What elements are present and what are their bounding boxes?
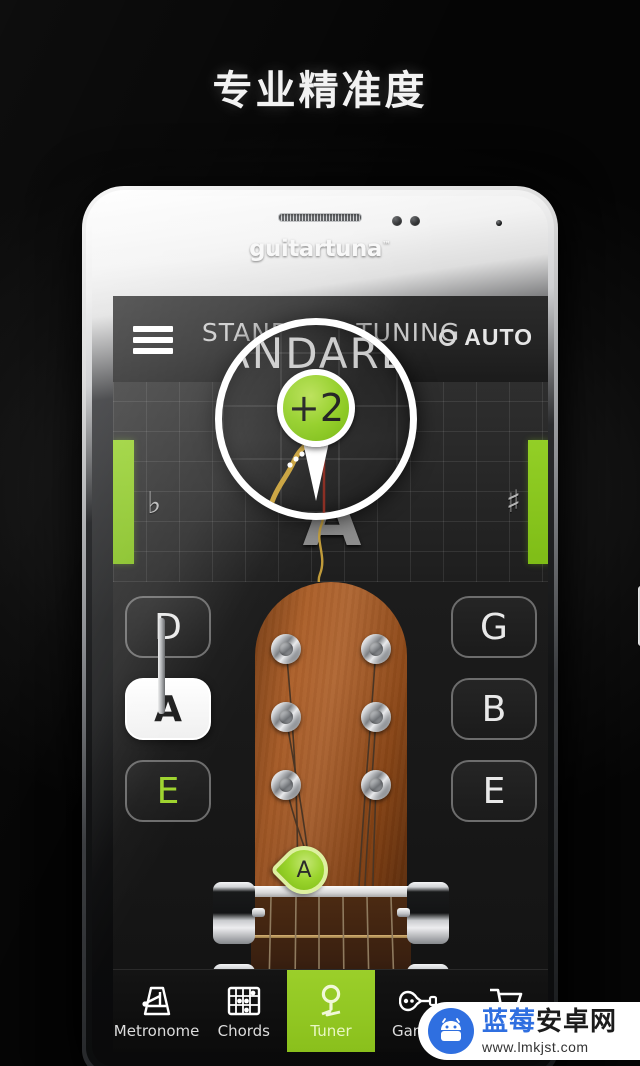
flat-symbol-icon: ♭	[147, 486, 162, 521]
android-robot-icon	[428, 1008, 474, 1054]
string-button-e-high[interactable]: E	[451, 760, 537, 822]
tuning-peg-1[interactable]	[271, 634, 301, 664]
proximity-sensor-icon	[392, 216, 402, 226]
tuning-peg-2[interactable]	[271, 702, 301, 732]
tuning-peg-5[interactable]	[361, 702, 391, 732]
brand-tm: ™	[381, 240, 391, 251]
auto-label: AUTO	[464, 324, 533, 350]
nav-item-metronome[interactable]: Metronome	[113, 970, 200, 1052]
tuning-peg-4[interactable]	[361, 634, 391, 664]
site-watermark: 蓝莓安卓网 www.lmkjst.com	[418, 1002, 640, 1060]
fretboard	[251, 897, 411, 970]
tuner-pin-icon	[316, 983, 346, 1019]
earpiece-speaker-icon	[278, 213, 362, 222]
phone-bezel-inner: guitartuna™ STANDARD TUNING	[86, 190, 554, 1066]
promo-page: 专业精准度 guitartuna™ TUNING AUTO ♭ ♯ ANDARD…	[0, 0, 640, 1066]
watermark-url: www.lmkjst.com	[482, 1038, 589, 1055]
tuning-peg-6[interactable]	[361, 770, 391, 800]
cents-indicator-pin: +2	[277, 369, 355, 447]
watermark-site-name: 蓝莓安卓网	[482, 1009, 617, 1035]
nav-label-chords: Chords	[217, 1021, 270, 1040]
nav-item-tuner[interactable]: Tuner	[287, 970, 375, 1052]
front-camera-icon	[496, 220, 502, 226]
watermark-text: 蓝莓安卓网 www.lmkjst.com	[482, 1009, 617, 1054]
watermark-name-blue: 蓝莓	[482, 1006, 537, 1037]
circle-ring-icon	[439, 329, 457, 346]
string-button-g[interactable]: G	[451, 596, 537, 658]
auto-toggle-button[interactable]: AUTO	[439, 324, 533, 351]
menu-bar-3	[133, 348, 173, 354]
app-screen: STANDARD TUNING AUTO ♭ ♯ A	[113, 296, 548, 1052]
sharp-symbol-icon: ♯	[505, 484, 521, 520]
volume-button[interactable]	[158, 618, 165, 714]
page-title: 专业精准度	[212, 68, 428, 114]
light-sensor-icon	[410, 216, 420, 226]
string-button-b[interactable]: B	[451, 678, 537, 740]
string-button-d[interactable]: D	[125, 596, 211, 658]
string-button-e-low[interactable]: E	[125, 760, 211, 822]
string-note-marker-label: A	[296, 857, 312, 883]
chord-grid-icon	[227, 983, 261, 1019]
watermark-name-dark: 安卓网	[536, 1006, 618, 1037]
machine-head-right-1	[397, 882, 449, 944]
metronome-icon	[140, 983, 174, 1019]
string-button-a[interactable]: A	[125, 678, 211, 740]
gauge-right-bar	[528, 440, 548, 564]
phone-device: guitartuna™ STANDARD TUNING	[82, 186, 640, 1066]
gauge-left-bar	[113, 440, 134, 564]
fretboard-strings	[268, 897, 395, 970]
nav-label-tuner: Tuner	[310, 1021, 352, 1040]
nav-item-chords[interactable]: Chords	[200, 970, 287, 1052]
brand-text: guitartuna	[249, 236, 382, 262]
string-buttons-right: G B E	[451, 596, 537, 822]
guitar-nut	[251, 886, 411, 897]
nav-label-metronome: Metronome	[113, 1021, 200, 1040]
tuning-peg-3[interactable]	[271, 770, 301, 800]
string-buttons-left: D A E	[125, 596, 211, 822]
machine-head-left-1	[213, 882, 265, 944]
phone-brand-wordmark: guitartuna™	[92, 236, 548, 262]
magnifier-lens: STANDARD TUNING +2	[215, 318, 417, 520]
